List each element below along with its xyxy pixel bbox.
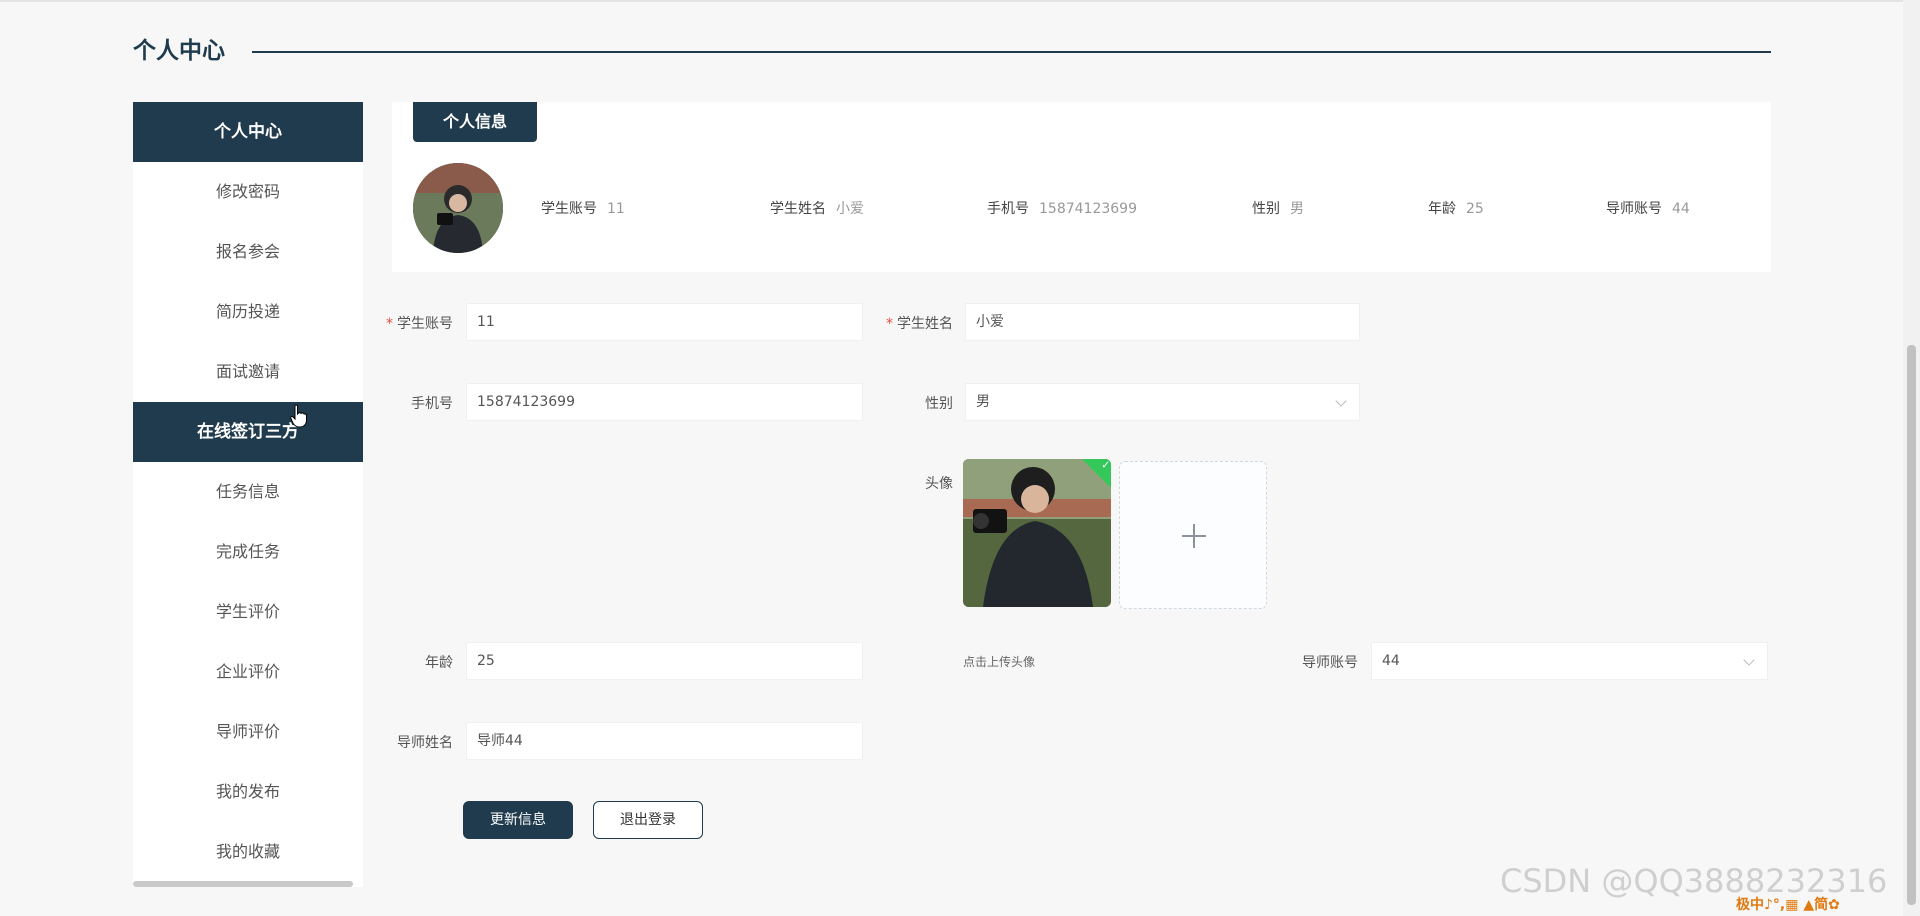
age-input[interactable]: 25 [466,642,863,680]
chevron-down-icon [1743,654,1755,666]
sidebar-item-company-review[interactable]: 企业评价 [133,642,363,702]
summary-label: 年龄 [1428,201,1456,217]
sidebar-item-student-review[interactable]: 学生评价 [133,582,363,642]
mentor-account-select-value: 44 [1382,653,1400,669]
title-divider [252,51,1771,53]
page-header: 个人中心 [133,36,1771,66]
mentor-account-select[interactable]: 44 [1371,642,1768,680]
sidebar-item-my-posts[interactable]: 我的发布 [133,762,363,822]
avatar [413,163,503,253]
summary-student-account: 学生账号 11 [541,198,625,218]
sidebar-item-my-favorites[interactable]: 我的收藏 [133,822,363,882]
sidebar-item-mentor-review[interactable]: 导师评价 [133,702,363,762]
summary-label: 手机号 [987,201,1029,217]
profile-summary-card: 个人信息 学生账号 11 学生姓名 小爱 手机号 15874123699 性别男 年龄… [392,102,1771,272]
sidebar-item-task-info[interactable]: 任务信息 [133,462,363,522]
mentor-account-label: 导师账号 [1302,655,1358,671]
avatar-upload-thumbnail[interactable]: ✓ [963,459,1111,607]
sidebar-item-resume-submission[interactable]: 简历投递 [133,282,363,342]
summary-label: 性别 [1252,201,1280,217]
age-label: 年龄 [425,655,453,671]
sidebar-menu: 个人中心 修改密码 报名参会 简历投递 面试邀请 在线签订三方 任务信息 完成任… [133,102,363,887]
sidebar-item-online-contract[interactable]: 在线签订三方 [133,402,363,462]
student-account-input[interactable]: 11 [466,303,863,341]
summary-value: 15874123699 [1039,201,1137,217]
summary-student-name: 学生姓名 小爱 [770,198,864,218]
sidebar-item-personal-center[interactable]: 个人中心 [133,102,363,162]
sidebar-item-completed-tasks[interactable]: 完成任务 [133,522,363,582]
ime-tray: 极中♪°,▦ ▲简✿ [1736,897,1840,913]
sidebar-scrollbar[interactable] [133,881,353,887]
summary-label: 导师账号 [1606,201,1662,217]
avatar-upload-hint: 点击上传头像 [963,655,1036,669]
student-name-input[interactable]: 小爱 [965,303,1360,341]
page-title: 个人中心 [133,38,225,64]
summary-label: 学生姓名 [770,201,826,217]
mentor-name-input[interactable]: 导师44 [466,722,863,760]
summary-label: 学生账号 [541,201,597,217]
sidebar-item-interview-invite[interactable]: 面试邀请 [133,342,363,402]
gender-label: 性别 [925,396,953,412]
student-name-label: * 学生姓名 [886,316,953,332]
summary-value: 男 [1290,201,1304,217]
chevron-down-icon [1335,395,1347,407]
summary-value: 小爱 [836,201,864,217]
sidebar-item-conference-signup[interactable]: 报名参会 [133,222,363,282]
summary-gender: 性别男 [1252,198,1304,218]
summary-value: 11 [607,201,625,217]
gender-select[interactable]: 男 [965,383,1360,421]
phone-label: 手机号 [411,396,453,412]
summary-mentor-account: 导师账号 44 [1606,198,1690,218]
avatar-upload-button[interactable] [1119,461,1267,609]
hand-cursor-icon [290,404,307,428]
top-border [0,0,1920,2]
summary-value: 25 [1466,201,1484,217]
update-info-button[interactable]: 更新信息 [463,801,573,839]
student-account-label: * 学生账号 [386,316,453,332]
check-icon: ✓ [1101,459,1111,472]
avatar-label: 头像 [925,476,953,492]
summary-phone: 手机号 15874123699 [987,198,1137,218]
mentor-name-label: 导师姓名 [397,735,453,751]
summary-age: 年龄 25 [1428,198,1484,218]
logout-button[interactable]: 退出登录 [593,801,703,839]
page-scrollbar-thumb[interactable] [1907,345,1916,905]
sidebar-item-change-password[interactable]: 修改密码 [133,162,363,222]
gender-select-value: 男 [976,394,990,410]
phone-input[interactable]: 15874123699 [466,383,863,421]
summary-value: 44 [1672,201,1690,217]
tab-personal-info[interactable]: 个人信息 [413,102,537,142]
